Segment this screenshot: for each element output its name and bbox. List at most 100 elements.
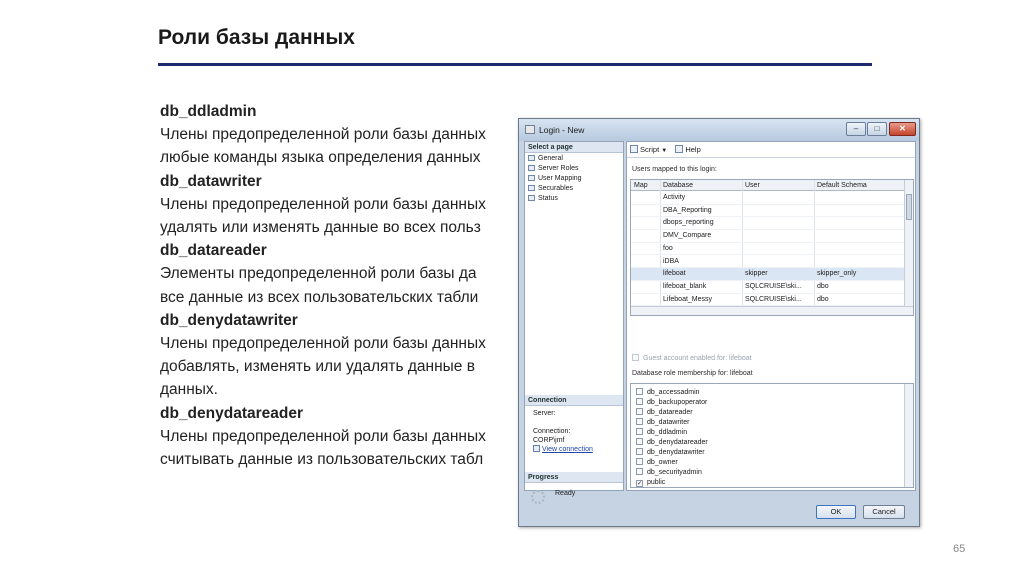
page-item-label: User Mapping: [538, 175, 582, 182]
cell-database: Lifeboat_Messy: [663, 295, 713, 303]
slide-title: Роли базы данных: [158, 26, 355, 49]
table-row[interactable]: ✓lifeboat_blankSQLCRUISE\ski...dbo: [631, 281, 913, 294]
ok-button[interactable]: OK: [816, 505, 856, 519]
script-button[interactable]: Script ▼: [630, 145, 667, 154]
column-user[interactable]: User: [745, 180, 760, 191]
page-item-status[interactable]: Status: [528, 194, 623, 204]
page-item-label: Server Roles: [538, 165, 579, 172]
progress-status: Ready: [555, 490, 576, 497]
page-icon: [528, 155, 535, 161]
role-label: db_backupoperator: [647, 399, 708, 406]
cell-database: foo: [663, 244, 673, 252]
role-item[interactable]: db_datareader: [636, 408, 913, 418]
table-row[interactable]: iDBA: [631, 256, 913, 269]
role-item[interactable]: db_securityadmin: [636, 468, 913, 478]
slide-body: db_ddladmin Члены предопределенной роли б…: [160, 100, 580, 471]
help-button[interactable]: Help: [675, 145, 701, 154]
progress-heading: Progress: [525, 472, 623, 483]
role-description-line: Члены предопределенной роли базы данных: [160, 335, 486, 353]
role-label: db_denydatareader: [647, 439, 708, 446]
table-row[interactable]: ✓Lifeboat_MessySQLCRUISE\ski...dbo: [631, 294, 913, 307]
view-connection-link[interactable]: View connection: [533, 445, 623, 454]
page-item-securables[interactable]: Securables: [528, 184, 623, 194]
role-term: db_ddladmin: [160, 103, 257, 120]
close-button[interactable]: ✕: [889, 122, 916, 136]
role-checkbox[interactable]: [636, 468, 643, 475]
guest-checkbox[interactable]: [632, 354, 639, 361]
role-item[interactable]: db_accessadmin: [636, 388, 913, 398]
cell-database: DMV_Compare: [663, 232, 712, 240]
login-new-dialog: Login - New – □ ✕ Select a page General S…: [518, 118, 920, 527]
role-checkbox[interactable]: [636, 458, 643, 465]
help-icon: [675, 145, 684, 153]
role-label: db_datawriter: [647, 419, 690, 426]
column-map[interactable]: Map: [634, 180, 648, 191]
role-checkbox[interactable]: [636, 428, 643, 435]
role-item[interactable]: db_denydatawriter: [636, 448, 913, 458]
role-description-line: данных.: [160, 381, 218, 399]
role-item[interactable]: db_denydatareader: [636, 438, 913, 448]
dialog-titlebar[interactable]: Login - New – □ ✕: [519, 119, 919, 141]
table-row[interactable]: DMV_Compare: [631, 230, 913, 243]
guest-label: Guest account enabled for: lifeboat: [643, 355, 752, 362]
role-checkbox[interactable]: [636, 408, 643, 415]
connection-section: Connection Server: Connection: CORP\jmf …: [525, 395, 623, 454]
scroll-thumb[interactable]: [906, 194, 912, 220]
role-description-line: Члены предопределенной роли базы данных: [160, 126, 486, 144]
users-mapped-label: Users mapped to this login:: [632, 166, 717, 173]
table-row[interactable]: ✓lifeboatskipperskipper_only: [631, 268, 913, 281]
table-row[interactable]: dbops_reporting: [631, 217, 913, 231]
page-number: 65: [953, 543, 966, 555]
role-checkbox[interactable]: [636, 438, 643, 445]
role-description-line: Элементы предопределенной роли базы да: [160, 265, 477, 283]
guest-account-option[interactable]: Guest account enabled for: lifeboat: [632, 354, 752, 362]
select-page-pane: Select a page General Server Roles User Ma…: [524, 141, 624, 504]
page-item-user-mapping[interactable]: User Mapping: [528, 174, 623, 184]
role-label: db_accessadmin: [647, 389, 700, 396]
role-checkbox[interactable]: [636, 448, 643, 455]
role-item[interactable]: db_owner: [636, 458, 913, 468]
role-item[interactable]: db_ddladmin: [636, 428, 913, 438]
script-dropdown-icon: ▼: [661, 148, 668, 154]
cell-database: lifeboat: [663, 270, 686, 278]
role-checkbox[interactable]: ✓: [636, 480, 643, 487]
role-item[interactable]: ✓ public: [636, 478, 913, 487]
table-row[interactable]: foo: [631, 243, 913, 256]
page-item-server-roles[interactable]: Server Roles: [528, 164, 623, 174]
page-icon: [528, 185, 535, 191]
column-database[interactable]: Database: [663, 180, 693, 191]
role-term: db_datawriter: [160, 172, 262, 190]
cell-database: DBA_Reporting: [663, 206, 712, 214]
progress-spinner-icon: [531, 490, 545, 504]
role-item[interactable]: db_datawriter: [636, 418, 913, 428]
role-checkbox[interactable]: [636, 388, 643, 395]
cell-schema: skipper_only: [817, 270, 857, 278]
role-checkbox[interactable]: [636, 398, 643, 405]
page-icon: [528, 195, 535, 201]
table-row[interactable]: DBA_Reporting: [631, 205, 913, 218]
cell-database: iDBA: [663, 257, 679, 265]
cell-database: lifeboat_blank: [663, 282, 707, 290]
cancel-button[interactable]: Cancel: [863, 505, 905, 519]
table-row[interactable]: Activity: [631, 192, 913, 205]
users-grid[interactable]: Map Database User Default Schema Activit…: [630, 179, 914, 316]
script-icon: [630, 145, 638, 153]
role-checkbox[interactable]: [636, 418, 643, 425]
roles-list[interactable]: db_accessadmin db_backupoperator db_datare…: [630, 383, 914, 488]
roles-scrollbar[interactable]: [904, 384, 913, 487]
view-connection-label[interactable]: View connection: [542, 446, 593, 453]
role-label: db_securityadmin: [647, 469, 702, 476]
connection-heading: Connection: [525, 395, 623, 406]
role-term: db_denydatawriter: [160, 311, 298, 329]
cell-schema: dbo: [817, 295, 829, 303]
page-item-label: General: [538, 155, 563, 162]
column-default-schema[interactable]: Default Schema: [817, 180, 867, 191]
grid-vertical-scrollbar[interactable]: [904, 180, 913, 315]
role-item[interactable]: db_backupoperator: [636, 398, 913, 408]
maximize-button[interactable]: □: [867, 122, 887, 136]
grid-horizontal-scrollbar[interactable]: [631, 306, 913, 315]
minimize-button[interactable]: –: [846, 122, 866, 136]
page-item-general[interactable]: General: [528, 154, 623, 164]
toolbar: Script ▼ Help: [627, 142, 915, 158]
connection-value: CORP\jmf: [533, 437, 565, 444]
